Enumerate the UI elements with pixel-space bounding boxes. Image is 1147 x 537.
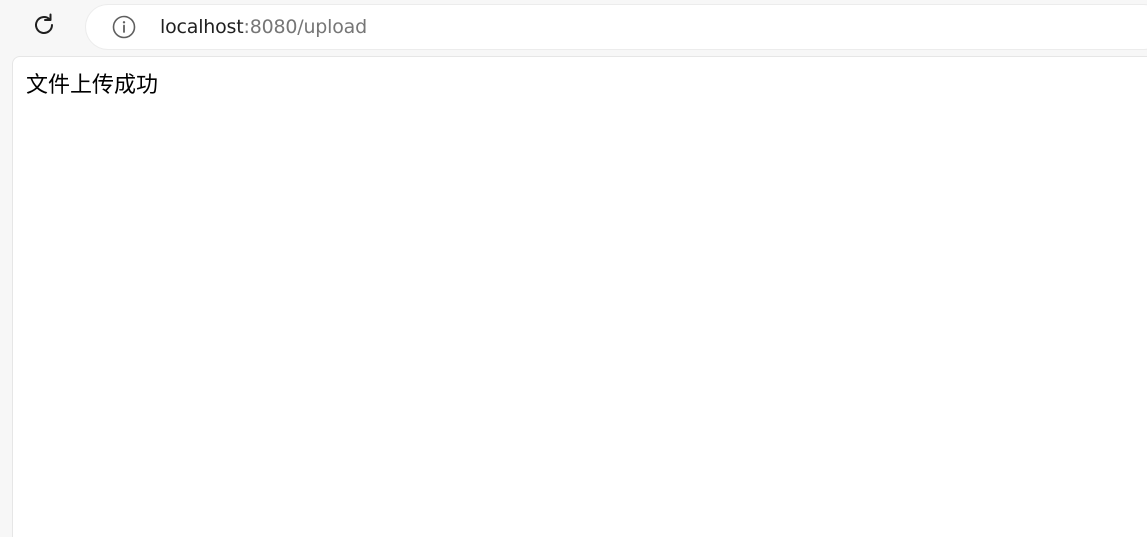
browser-toolbar: localhost:8080/upload: [0, 0, 1147, 56]
url-path: :8080/upload: [243, 16, 368, 38]
address-bar[interactable]: localhost:8080/upload: [86, 5, 1147, 49]
url-host: localhost: [160, 16, 244, 38]
reload-icon: [31, 12, 57, 42]
reload-button[interactable]: [28, 11, 60, 43]
url-text[interactable]: localhost:8080/upload: [160, 16, 367, 38]
site-info-button[interactable]: [112, 15, 136, 39]
page-content: 文件上传成功: [12, 56, 1147, 537]
upload-success-message: 文件上传成功: [26, 73, 159, 98]
info-icon: [112, 15, 136, 39]
